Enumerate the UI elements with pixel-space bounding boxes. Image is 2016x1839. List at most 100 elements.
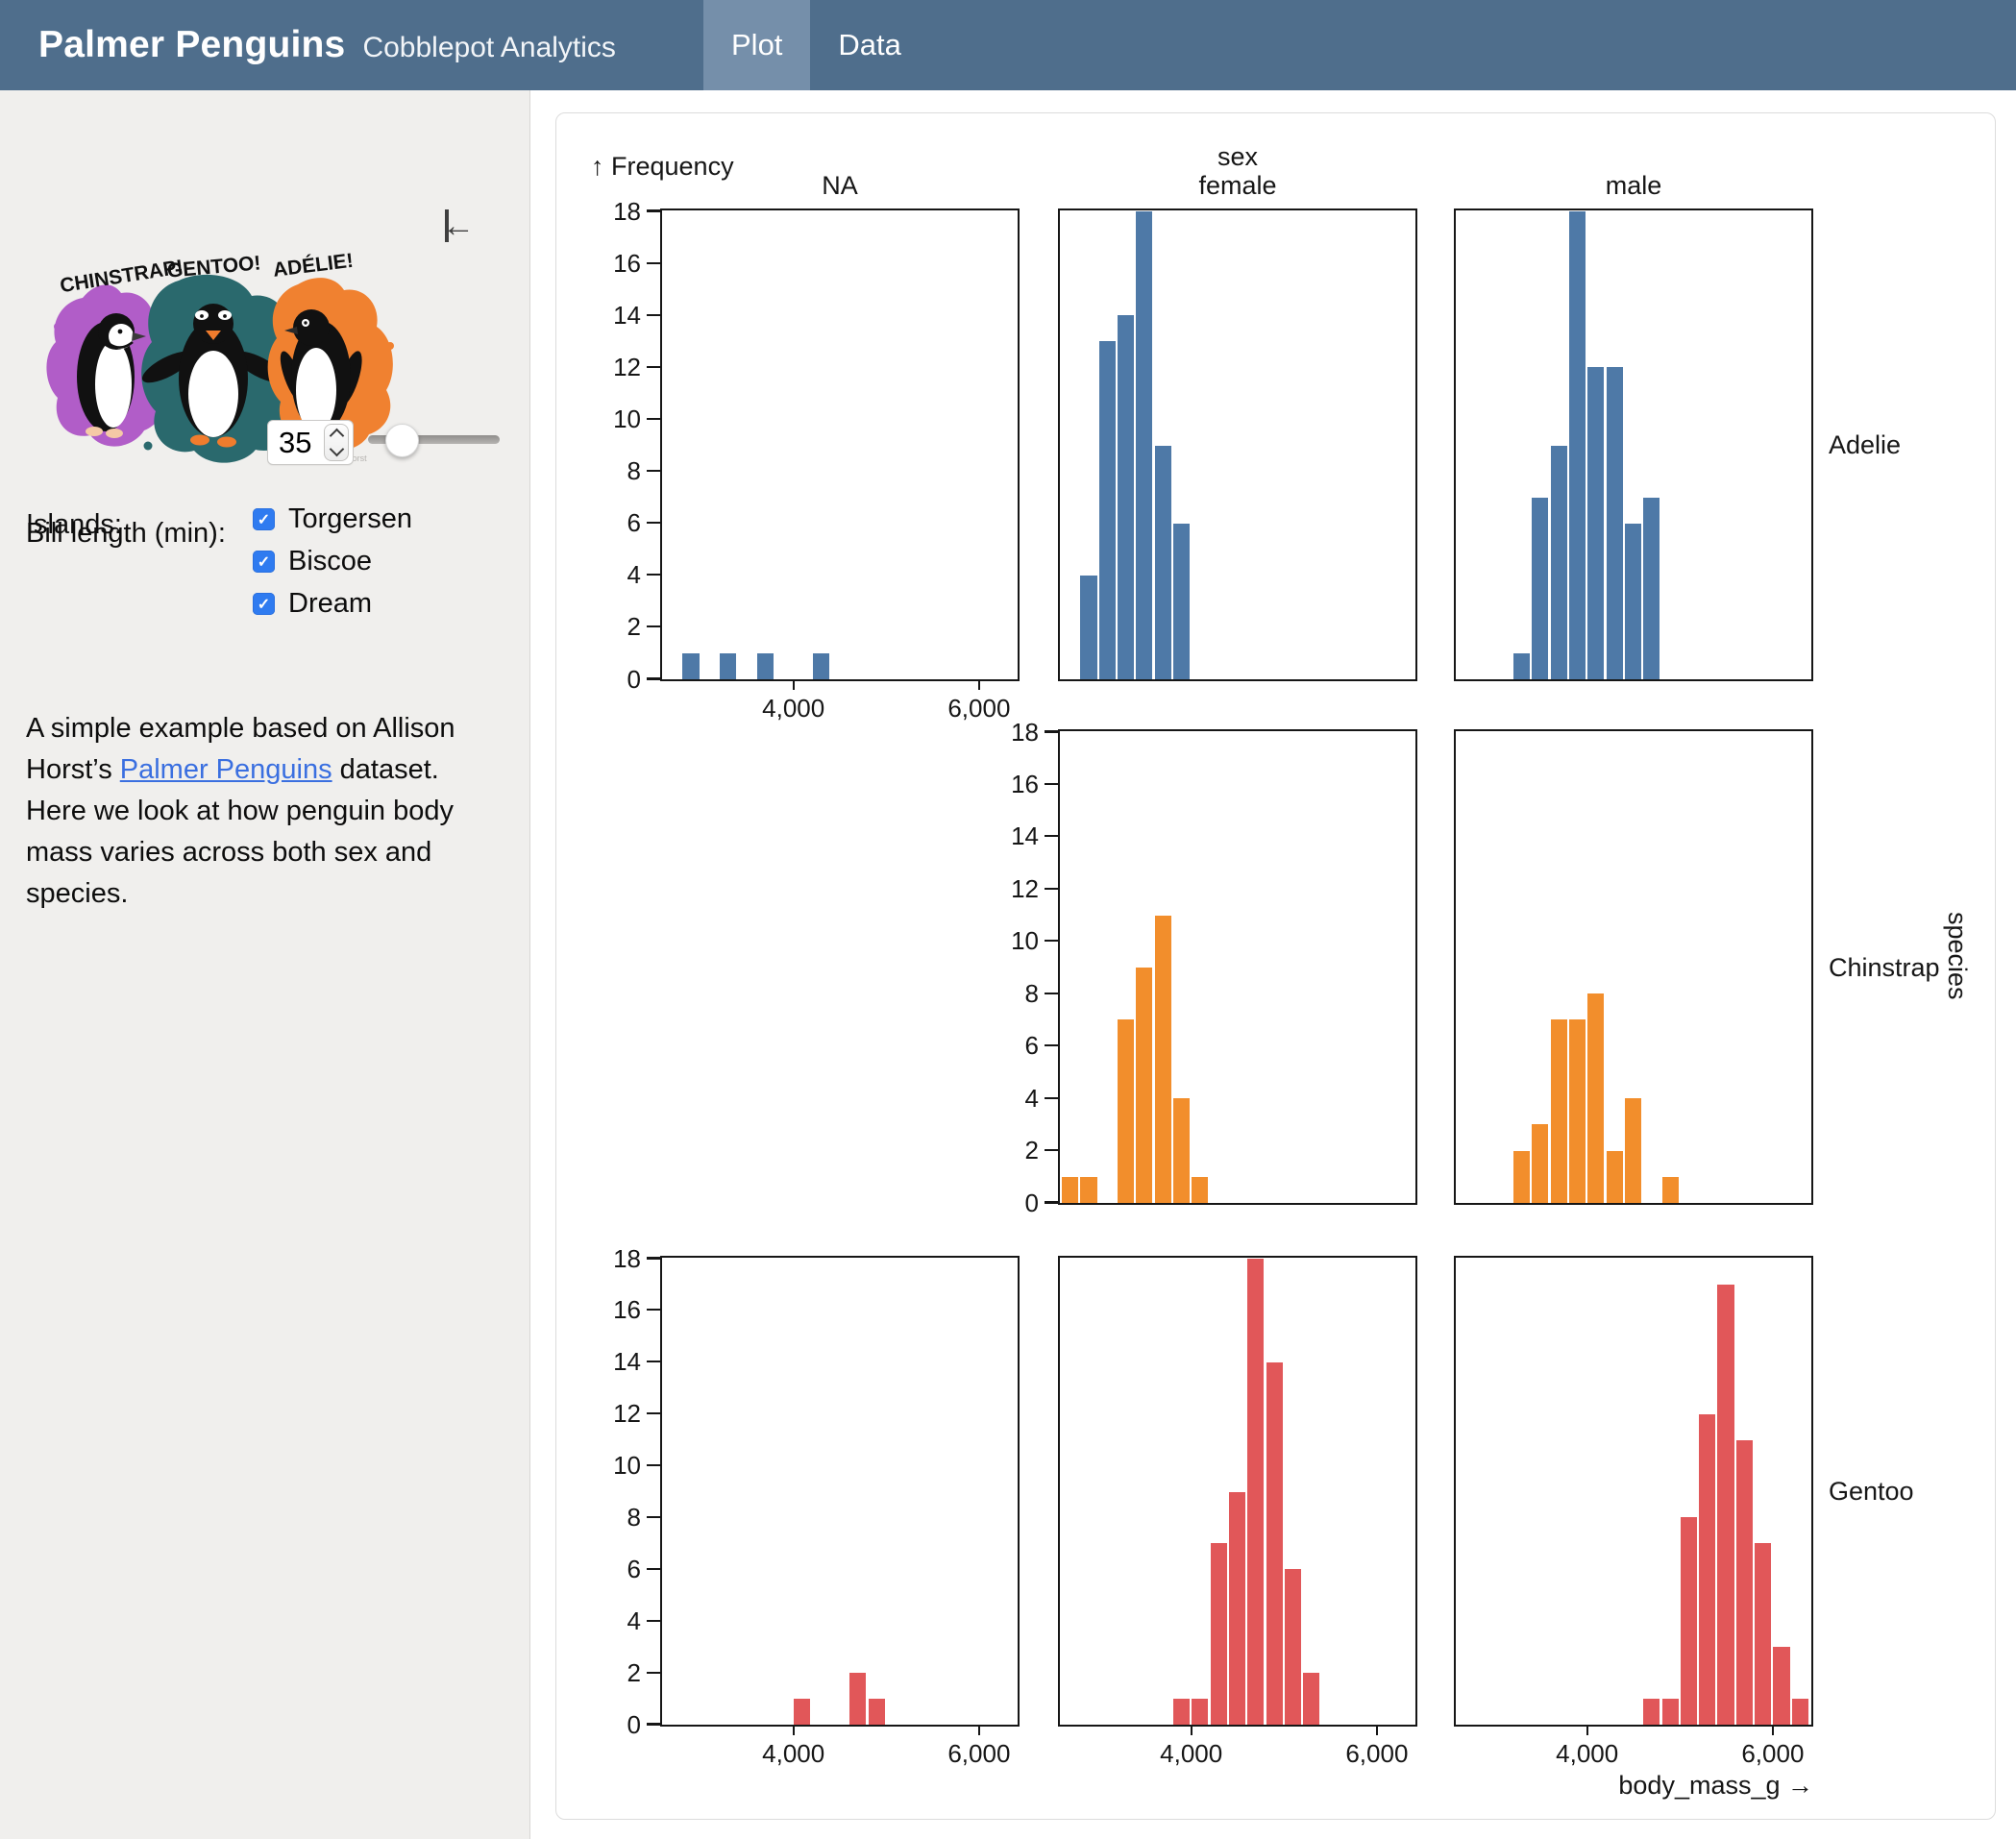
histogram-bar bbox=[1155, 916, 1171, 1203]
island-row-dream: ✓ Dream bbox=[253, 588, 372, 620]
histogram-bar bbox=[1607, 367, 1623, 679]
y-tick-mark bbox=[1045, 730, 1058, 732]
palmer-penguins-link[interactable]: Palmer Penguins bbox=[120, 754, 332, 785]
y-tick-label: 16 bbox=[987, 770, 1039, 798]
histogram-bar bbox=[1118, 315, 1134, 679]
checkbox-dream[interactable]: ✓ bbox=[253, 593, 275, 615]
histogram-bar bbox=[1699, 1414, 1715, 1725]
x-tick-label: 4,000 bbox=[1530, 1739, 1645, 1768]
checkbox-torgersen-label: Torgersen bbox=[288, 503, 412, 535]
histogram-bar bbox=[1173, 524, 1190, 679]
histogram-bar bbox=[869, 1699, 885, 1725]
x-tick-label: 6,000 bbox=[1319, 1739, 1435, 1768]
y-tick-label: 4 bbox=[987, 1084, 1039, 1113]
sidebar: ← CHINSTRAP! bbox=[0, 90, 530, 1839]
y-tick-mark bbox=[647, 1672, 660, 1674]
checkbox-biscoe[interactable]: ✓ bbox=[253, 551, 275, 573]
histogram-bar bbox=[1643, 498, 1660, 679]
sidebar-collapse-button[interactable]: ← bbox=[442, 209, 475, 242]
y-tick-label: 2 bbox=[589, 612, 641, 641]
tab-data[interactable]: Data bbox=[810, 0, 928, 90]
facet-panel-gentoo-male bbox=[1454, 1256, 1813, 1727]
histogram-bar bbox=[1266, 1362, 1283, 1725]
adelie-label: ADÉLIE! bbox=[272, 250, 355, 282]
facet-panel-adelie-na bbox=[660, 208, 1020, 681]
histogram-bar bbox=[1662, 1177, 1679, 1203]
histogram-bar bbox=[794, 1699, 810, 1725]
x-tick-mark bbox=[1191, 1727, 1192, 1735]
y-tick-mark bbox=[647, 522, 660, 524]
histogram-bar bbox=[1136, 968, 1152, 1203]
histogram-bar bbox=[1229, 1492, 1245, 1726]
y-tick-label: 12 bbox=[589, 1399, 641, 1428]
x-tick-mark bbox=[978, 681, 980, 690]
island-row-torgersen: ✓ Torgersen bbox=[253, 503, 412, 535]
x-tick-label: 6,000 bbox=[1715, 1739, 1831, 1768]
histogram-bar bbox=[1513, 653, 1530, 679]
histogram-bar bbox=[1285, 1569, 1301, 1725]
y-tick-mark bbox=[647, 262, 660, 264]
checkbox-dream-label: Dream bbox=[288, 588, 372, 620]
y-tick-label: 10 bbox=[589, 1451, 641, 1480]
bill-length-stepper bbox=[324, 424, 349, 461]
histogram-bar bbox=[1532, 498, 1548, 679]
y-tick-label: 10 bbox=[589, 405, 641, 433]
collapse-bar-icon bbox=[445, 209, 449, 242]
y-tick-mark bbox=[647, 1516, 660, 1518]
app-header: Palmer Penguins Cobblepot Analytics Plot… bbox=[0, 0, 2016, 90]
histogram-bar bbox=[1173, 1098, 1190, 1203]
stepper-down-icon[interactable] bbox=[329, 442, 344, 457]
y-tick-label: 18 bbox=[589, 197, 641, 226]
y-tick-mark bbox=[647, 1464, 660, 1466]
histogram-bar bbox=[1099, 341, 1116, 679]
histogram-bar bbox=[1587, 993, 1604, 1203]
app-brand: Palmer Penguins Cobblepot Analytics bbox=[38, 24, 616, 66]
histogram-bar bbox=[1513, 1151, 1530, 1203]
sidebar-description: A simple example based on Allison Horst’… bbox=[26, 708, 466, 915]
splatter-dot bbox=[144, 442, 153, 451]
histogram-bar bbox=[1118, 1019, 1134, 1203]
y-tick-label: 14 bbox=[589, 1347, 641, 1376]
y-tick-mark bbox=[647, 209, 660, 211]
bill-length-slider-handle[interactable] bbox=[385, 424, 419, 457]
histogram-bar bbox=[1247, 1259, 1264, 1725]
x-tick-label: 4,000 bbox=[736, 1739, 851, 1768]
x-tick-label: 4,000 bbox=[1134, 1739, 1249, 1768]
bill-length-input[interactable]: 35 bbox=[267, 420, 354, 465]
y-tick-mark bbox=[647, 1257, 660, 1259]
y-tick-mark bbox=[1045, 1201, 1058, 1203]
histogram-bar bbox=[849, 1673, 866, 1725]
y-tick-label: 0 bbox=[987, 1189, 1039, 1217]
y-tick-mark bbox=[647, 470, 660, 472]
x-axis-title: body_mass_g → bbox=[1454, 1771, 1813, 1800]
app-title: Palmer Penguins bbox=[38, 24, 345, 66]
y-tick-label: 0 bbox=[589, 665, 641, 694]
histogram-bar bbox=[1773, 1647, 1789, 1725]
facet-panel-adelie-male bbox=[1454, 208, 1813, 681]
y-tick-mark bbox=[1045, 783, 1058, 785]
facet-panel-chinstrap-female bbox=[1058, 729, 1417, 1205]
check-icon: ✓ bbox=[258, 510, 270, 529]
histogram-bar bbox=[1736, 1440, 1753, 1725]
histogram-bar bbox=[1587, 367, 1604, 679]
y-tick-mark bbox=[647, 1568, 660, 1570]
tab-plot[interactable]: Plot bbox=[703, 0, 810, 90]
y-tick-mark bbox=[1045, 888, 1058, 890]
histogram-bar bbox=[1662, 1699, 1679, 1725]
y-tick-mark bbox=[647, 1412, 660, 1414]
histogram-bar bbox=[1192, 1699, 1208, 1725]
x-tick-mark bbox=[793, 1727, 795, 1735]
y-tick-label: 2 bbox=[589, 1658, 641, 1687]
facet-column-group-label: sex bbox=[1058, 142, 1417, 171]
x-tick-label: 6,000 bbox=[922, 694, 1037, 723]
histogram-bar bbox=[1755, 1543, 1771, 1725]
y-tick-mark bbox=[1045, 1149, 1058, 1151]
histogram-bar bbox=[1155, 446, 1171, 680]
facet-row-label-chinstrap: Chinstrap bbox=[1829, 953, 1940, 982]
y-tick-mark bbox=[647, 625, 660, 627]
histogram-bar bbox=[682, 653, 699, 679]
histogram-bar bbox=[1303, 1673, 1319, 1725]
y-tick-label: 14 bbox=[987, 821, 1039, 850]
checkbox-torgersen[interactable]: ✓ bbox=[253, 508, 275, 530]
x-tick-mark bbox=[793, 681, 795, 690]
